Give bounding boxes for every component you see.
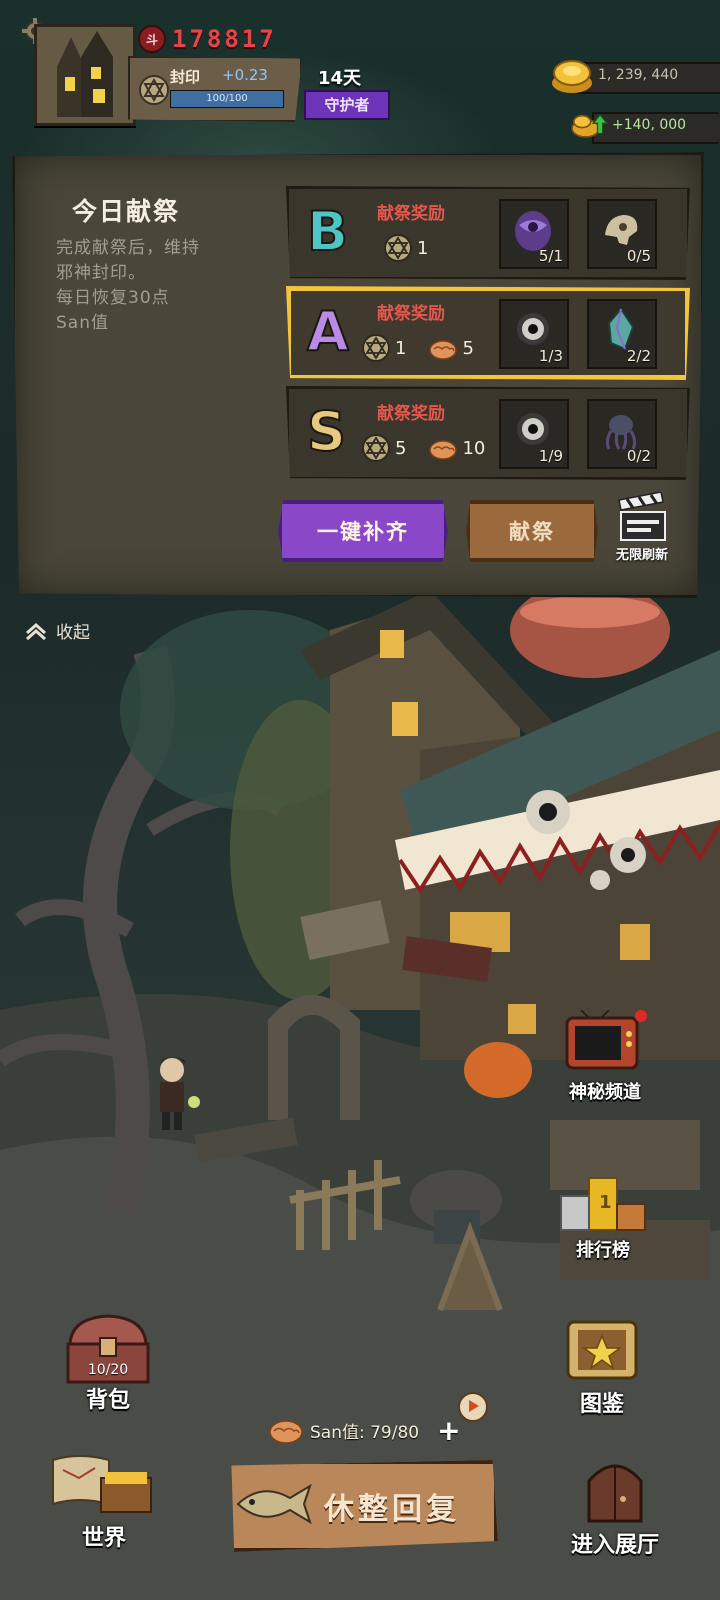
codex-book-icon bbox=[566, 1320, 638, 1380]
panel-title: 今日献祭 bbox=[72, 197, 181, 226]
backpack-capacity: 10/20 bbox=[87, 1362, 129, 1378]
reward-label: 献祭奖励 bbox=[377, 204, 445, 224]
reward-label: 献祭奖励 bbox=[377, 304, 445, 324]
gold-counter[interactable]: 1, 239, 440 bbox=[550, 58, 720, 94]
offering-slot[interactable]: 1/9 bbox=[499, 399, 569, 469]
tier-grade: A bbox=[306, 299, 350, 364]
reward-row: 1 bbox=[383, 233, 428, 263]
seal-reward-amount: 5 bbox=[395, 437, 407, 459]
power-badge-icon: 斗 bbox=[138, 25, 166, 53]
offering-slot[interactable]: 2/2 bbox=[587, 299, 657, 369]
guardian-title-badge[interactable]: 守护者 bbox=[304, 90, 390, 120]
auto-fill-button[interactable]: 一键补齐 bbox=[278, 500, 448, 562]
slot-count: 1/3 bbox=[538, 347, 563, 365]
desc-line: 完成献祭后，维持 bbox=[56, 238, 200, 258]
haunted-house-avatar[interactable] bbox=[34, 24, 136, 126]
rest-label: 休整回复 bbox=[324, 1492, 460, 1527]
seal-hexagram-coin-icon bbox=[362, 334, 390, 362]
brain-icon bbox=[429, 440, 458, 460]
map-scroll-chest-icon bbox=[52, 1455, 152, 1513]
seal-reward-amount: 1 bbox=[395, 337, 407, 359]
sanity-value: San值: 79/80 bbox=[310, 1423, 420, 1443]
brain-icon bbox=[269, 1419, 303, 1444]
collapse-label: 收起 bbox=[56, 623, 90, 643]
sanity-indicator[interactable]: San值: 79/80 + bbox=[268, 1392, 488, 1447]
tier-grade: B bbox=[306, 199, 349, 264]
world-label: 世界 bbox=[81, 1526, 126, 1551]
brain-reward-amount: 10 bbox=[462, 437, 486, 459]
gold-income-arrow-icon bbox=[571, 113, 608, 138]
codex-button[interactable]: 图鉴 bbox=[560, 1318, 644, 1418]
tier-a-card[interactable]: A 献祭奖励 1 5 1/3 2/2 bbox=[286, 286, 690, 380]
desc-line: 邪神封印。 bbox=[56, 263, 146, 283]
slot-count: 0/5 bbox=[626, 247, 651, 265]
codex-label: 图鉴 bbox=[579, 1392, 624, 1417]
seal-status[interactable]: 封印 +0.23 100/100 bbox=[128, 56, 302, 122]
slot-count: 5/1 bbox=[538, 247, 563, 265]
collapse-button[interactable]: 收起 bbox=[24, 618, 90, 643]
video-ad-play-icon[interactable] bbox=[458, 1392, 488, 1422]
reward-row: 5 10 bbox=[361, 433, 485, 463]
gold-amount: 1, 239, 440 bbox=[598, 67, 679, 83]
sacrifice-button[interactable]: 献祭 bbox=[466, 500, 598, 562]
tier-s-card[interactable]: S 献祭奖励 5 10 1/9 0/2 bbox=[286, 386, 690, 480]
seal-progress-text: 100/100 bbox=[206, 93, 248, 104]
combat-power: 斗 178817 bbox=[138, 24, 277, 54]
eyeball-icon bbox=[517, 413, 549, 445]
seal-hexagram-coin-icon bbox=[362, 434, 390, 462]
tier-grade: S bbox=[306, 399, 347, 464]
seal-hexagram-coin-icon bbox=[384, 234, 412, 262]
tier-b-card[interactable]: B 献祭奖励 1 5/1 0/5 bbox=[286, 186, 690, 280]
offering-slot[interactable]: 0/5 bbox=[587, 199, 657, 269]
reward-row: 1 5 bbox=[361, 333, 474, 363]
mystery-channel-label: 神秘频道 bbox=[569, 1082, 641, 1103]
backpack-button[interactable]: 10/20 背包 bbox=[56, 1310, 160, 1413]
offering-slot[interactable]: 1/3 bbox=[499, 299, 569, 369]
brain-reward-amount: 5 bbox=[462, 337, 474, 359]
clapperboard-icon bbox=[618, 491, 666, 541]
seal-hexagram-coin-icon bbox=[139, 75, 169, 105]
crystal-shard-icon bbox=[607, 307, 635, 351]
haunted-house-icon bbox=[37, 27, 133, 123]
arched-door-icon bbox=[587, 1464, 643, 1523]
gold-coin-pile-icon bbox=[552, 60, 592, 93]
fish-icon bbox=[236, 1483, 312, 1525]
slot-count: 2/2 bbox=[626, 347, 651, 365]
reward-label: 献祭奖励 bbox=[377, 404, 445, 424]
mystery-channel-button[interactable]: 神秘频道 bbox=[550, 1009, 660, 1104]
gold-income-amount: +140, 000 bbox=[612, 117, 687, 133]
world-map-button[interactable]: 世界 bbox=[44, 1450, 164, 1552]
add-sanity-plus-icon[interactable]: + bbox=[437, 1414, 460, 1447]
backpack-label: 背包 bbox=[85, 1388, 130, 1413]
offering-slot[interactable]: 5/1 bbox=[499, 199, 569, 269]
double-chevron-up-icon bbox=[26, 622, 46, 640]
exhibition-hall-label: 进入展厅 bbox=[570, 1533, 659, 1558]
desc-line: 每日恢复30点 bbox=[56, 288, 170, 308]
purple-eye-orb-icon bbox=[515, 211, 551, 251]
unlimited-refresh-button[interactable]: 无限刷新 bbox=[604, 491, 680, 563]
tentacle-creature-icon bbox=[605, 415, 637, 450]
power-value: 178817 bbox=[172, 25, 277, 53]
seal-progress-bar: 100/100 bbox=[170, 90, 284, 108]
gold-income[interactable]: +140, 000 bbox=[570, 108, 720, 144]
leaderboard-label: 排行榜 bbox=[576, 1240, 630, 1261]
refresh-label: 无限刷新 bbox=[615, 548, 668, 563]
offering-slot[interactable]: 0/2 bbox=[587, 399, 657, 469]
slot-count: 1/9 bbox=[538, 447, 563, 465]
seal-label: 封印 bbox=[170, 68, 201, 86]
day-counter: 14天 bbox=[318, 68, 362, 89]
eyeball-icon bbox=[517, 313, 549, 345]
leaderboard-button[interactable]: 1 排行榜 bbox=[548, 1168, 658, 1262]
seal-rate: +0.23 bbox=[222, 66, 268, 84]
desc-line: San值 bbox=[56, 313, 109, 333]
enter-exhibition-hall-button[interactable]: 进入展厅 bbox=[560, 1455, 670, 1559]
skull-bone-icon bbox=[605, 215, 638, 245]
brain-icon bbox=[429, 340, 458, 360]
slot-count: 0/2 bbox=[626, 447, 651, 465]
seal-reward-amount: 1 bbox=[417, 237, 429, 259]
retro-tv-icon bbox=[565, 1009, 647, 1070]
svg-text:1: 1 bbox=[599, 1192, 612, 1213]
podium-trophy-icon: 1 bbox=[560, 1177, 646, 1231]
panel-description: 完成献祭后，维持 邪神封印。 每日恢复30点 San值 bbox=[56, 236, 256, 336]
